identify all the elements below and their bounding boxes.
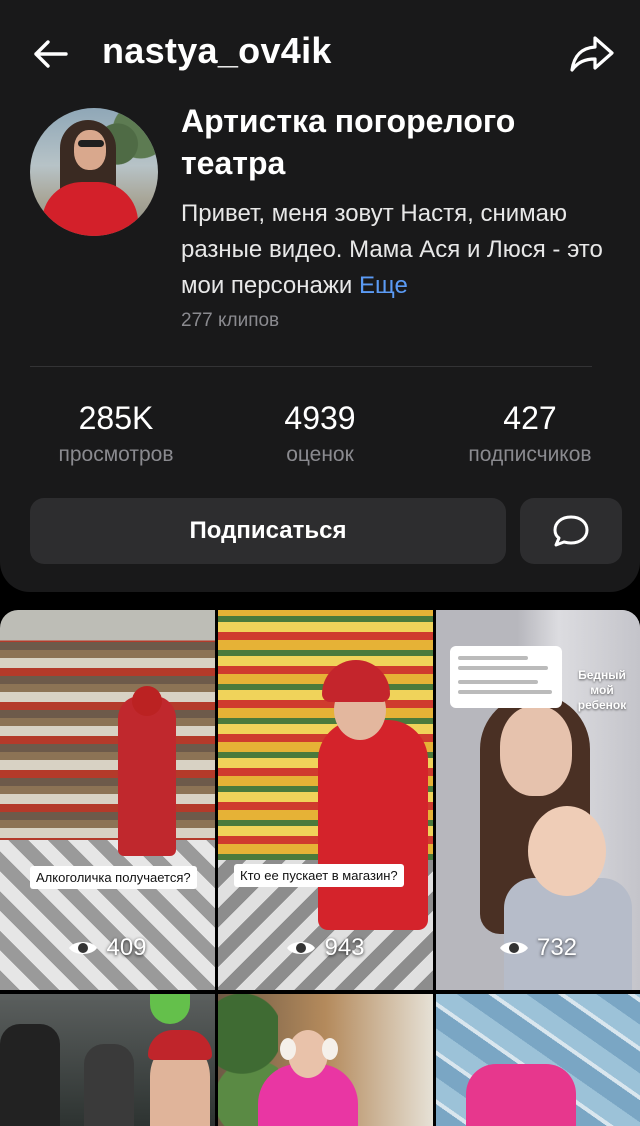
avatar[interactable] xyxy=(30,108,158,236)
stat-label: оценок xyxy=(286,443,354,466)
stat-subscribers[interactable]: 427 подписчиков xyxy=(430,398,630,470)
clip-tile[interactable] xyxy=(0,994,215,1126)
stat-label: просмотров xyxy=(58,443,174,466)
chat-bubble-icon xyxy=(553,515,589,547)
back-button[interactable] xyxy=(28,32,72,76)
view-count: 409 xyxy=(106,934,147,961)
clip-tile[interactable]: Кто ее пускает в магазин? 943 xyxy=(218,610,433,990)
view-count: 732 xyxy=(536,934,578,961)
clip-caption: Алкоголичка получается? xyxy=(30,866,197,889)
stat-value: 427 xyxy=(503,400,557,436)
comment-card xyxy=(450,646,562,708)
stat-ratings: 4939 оценок xyxy=(220,398,420,470)
share-button[interactable] xyxy=(566,30,618,78)
clip-caption: Кто ее пускает в магазин? xyxy=(234,864,404,887)
clip-tile[interactable]: Бедный мой ребенок 732 xyxy=(436,610,640,990)
profile-title: Артистка погорелого театра xyxy=(181,103,516,181)
username: nastya_ov4ik xyxy=(102,30,332,71)
profile-bio: Привет, меня зовут Настя, снимаю разные … xyxy=(181,196,621,304)
clips-count: 277 клипов xyxy=(181,310,280,331)
stat-value: 285K xyxy=(78,400,154,436)
share-arrow-icon xyxy=(570,36,614,72)
clip-views: 943 xyxy=(218,934,433,962)
stat-label: подписчиков xyxy=(468,443,592,466)
clip-tile[interactable] xyxy=(218,994,433,1126)
profile-panel: nastya_ov4ik Артистка погорелого театра … xyxy=(0,0,640,592)
subscribe-button[interactable]: Подписаться xyxy=(30,498,506,564)
view-count: 943 xyxy=(324,934,365,961)
eye-icon xyxy=(499,942,528,954)
clip-tile[interactable]: Алкоголичка получается? 409 xyxy=(0,610,215,990)
bio-more-link[interactable]: Еще xyxy=(359,272,408,299)
clip-tile[interactable] xyxy=(436,994,640,1126)
message-button[interactable] xyxy=(520,498,622,564)
stat-value: 4939 xyxy=(284,400,356,436)
clip-views: 409 xyxy=(0,934,215,962)
stat-views: 285K просмотров xyxy=(16,398,216,470)
arrow-left-icon xyxy=(34,40,68,68)
clip-views: 732 xyxy=(436,934,640,962)
eye-icon xyxy=(69,942,98,954)
divider xyxy=(30,366,592,367)
clip-side-label: Бедный мой ребенок xyxy=(577,668,627,712)
eye-icon xyxy=(287,942,316,954)
header: nastya_ov4ik xyxy=(0,0,640,108)
